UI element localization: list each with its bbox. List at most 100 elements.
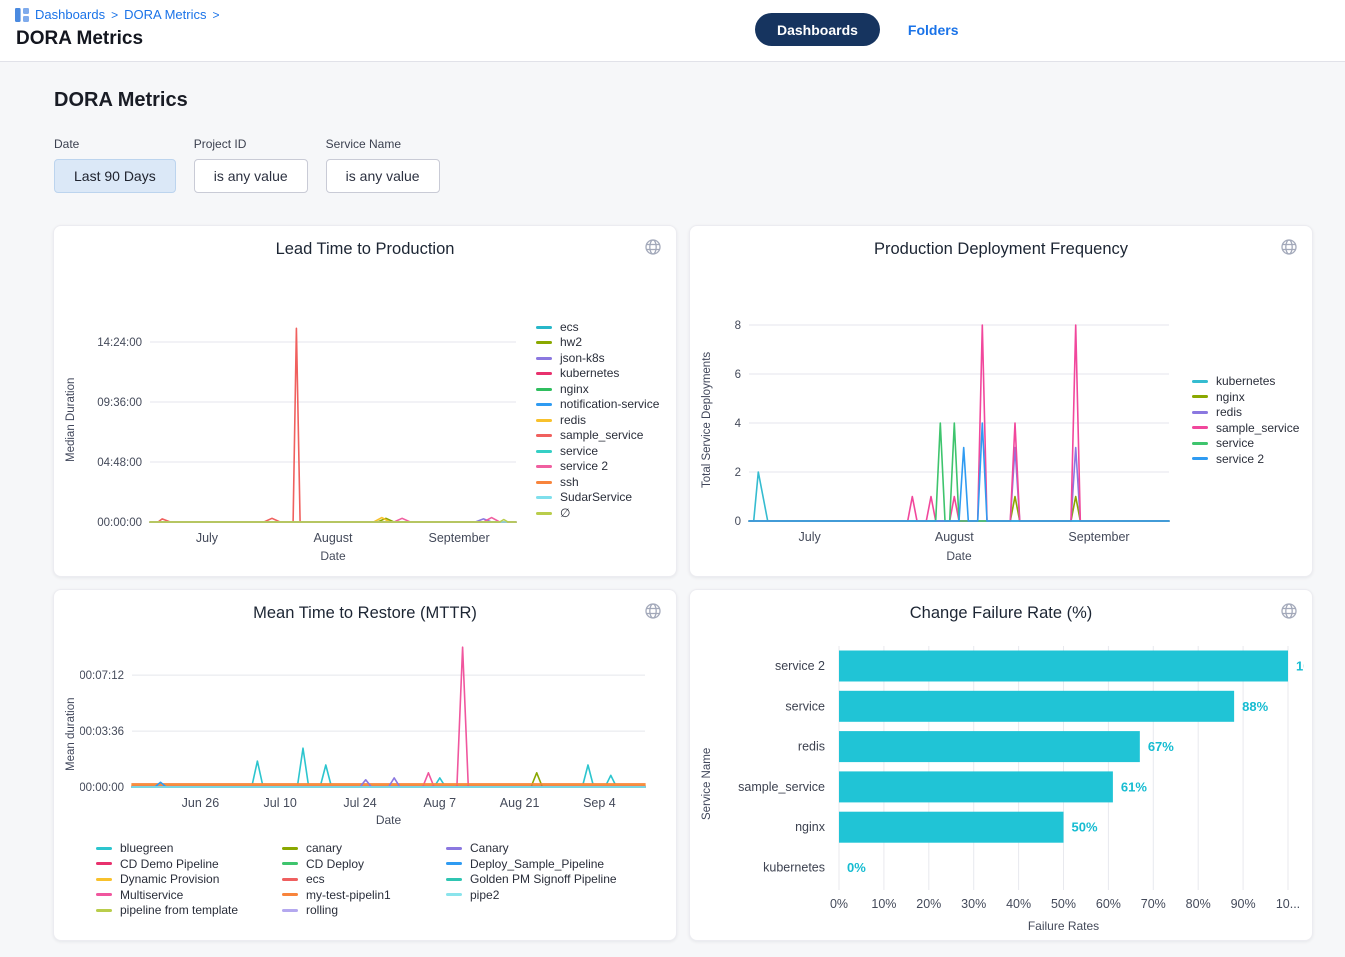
legend-item-my-test-pipelin1[interactable]: my-test-pipelin1 [282,889,446,902]
svg-text:90%: 90% [1231,897,1256,911]
legend-swatch [536,481,552,484]
legend-label: nginx [1216,391,1245,404]
legend-item-sudarservice[interactable]: SudarService [536,491,668,504]
filter-service-name-value[interactable]: is any value [326,159,440,193]
legend-label: CD Demo Pipeline [120,858,219,871]
chart-legend: bluegreen CD Demo Pipeline Dynamic Provisi… [96,842,668,917]
svg-text:00:00:00: 00:00:00 [80,782,124,794]
svg-text:kubernetes: kubernetes [763,861,825,875]
svg-text:September: September [1068,530,1129,544]
legend-label: nginx [560,383,589,396]
legend-item-service-2[interactable]: service 2 [1192,453,1304,466]
svg-text:service: service [785,699,825,713]
svg-text:July: July [799,530,822,544]
legend-label: kubernetes [1216,375,1275,388]
legend-swatch [96,847,112,850]
bar-redis[interactable] [839,731,1140,762]
bar-nginx[interactable] [839,812,1064,843]
filter-service-name-label: Service Name [326,137,440,151]
legend-item-canary[interactable]: canary [282,842,446,855]
legend-item-canary[interactable]: Canary [446,842,617,855]
breadcrumb-link-dashboards[interactable]: Dashboards [35,7,105,22]
legend-swatch [96,909,112,912]
svg-text:Sep 4: Sep 4 [583,796,616,810]
legend-swatch [1192,395,1208,398]
svg-text:10%: 10% [871,897,896,911]
svg-text:July: July [196,531,219,545]
legend-item-redis[interactable]: redis [536,414,668,427]
tab-folders[interactable]: Folders [908,22,959,38]
legend-item-golden-pm-signoff-pipeline[interactable]: Golden PM Signoff Pipeline [446,873,617,886]
legend-item-notification-service[interactable]: notification-service [536,398,668,411]
filter-date-value[interactable]: Last 90 Days [54,159,176,193]
svg-text:14:24:00: 14:24:00 [97,337,142,349]
svg-text:August: August [314,531,353,545]
chart-canvas: 00:00:0004:48:0009:36:0014:24:00JulyAugu… [80,270,530,570]
legend-swatch [536,403,552,406]
legend-item-redis[interactable]: redis [1192,406,1304,419]
svg-text:0%: 0% [830,897,848,911]
explore-globe-icon[interactable] [642,236,664,261]
legend-item-nginx[interactable]: nginx [1192,391,1304,404]
legend-item-ecs[interactable]: ecs [536,321,668,334]
series-line-sample-service [150,328,516,522]
legend-swatch [282,893,298,896]
bar-value-label: 50% [1072,820,1098,835]
bar-value-label: 0% [847,860,866,875]
legend-label: SudarService [560,491,632,504]
legend-label: bluegreen [120,842,173,855]
legend-item-dynamic-provision[interactable]: Dynamic Provision [96,873,282,886]
explore-globe-icon[interactable] [1278,600,1300,625]
legend-item-service[interactable]: service [536,445,668,458]
page-title: DORA Metrics [16,28,143,50]
legend-item-cd-demo-pipeline[interactable]: CD Demo Pipeline [96,858,282,871]
bar-value-label: 61% [1121,779,1147,794]
legend-item-deploy-sample-pipeline[interactable]: Deploy_Sample_Pipeline [446,858,617,871]
legend-item--[interactable]: ∅ [536,507,668,520]
svg-text:Aug 21: Aug 21 [500,796,540,810]
legend-item-service-2[interactable]: service 2 [536,460,668,473]
svg-text:50%: 50% [1051,897,1076,911]
legend-label: Canary [470,842,509,855]
y-axis-title: Total Service Deployments [698,270,716,570]
legend-item-ecs[interactable]: ecs [282,873,446,886]
legend-item-sample-service[interactable]: sample_service [536,429,668,442]
legend-item-sample-service[interactable]: sample_service [1192,422,1304,435]
legend-item-pipeline-from-template[interactable]: pipeline from template [96,904,282,917]
dashboards-grid-icon [15,8,29,22]
svg-text:service 2: service 2 [775,659,825,673]
bar-service-2[interactable] [839,651,1288,682]
legend-item-bluegreen[interactable]: bluegreen [96,842,282,855]
legend-label: service 2 [560,460,608,473]
chart-canvas: 02468JulyAugustSeptemberDate [716,270,1186,570]
legend-item-json-k8s[interactable]: json-k8s [536,352,668,365]
chart-lead-time: Median Duration00:00:0004:48:0009:36:001… [62,270,668,570]
explore-globe-icon[interactable] [642,600,664,625]
legend-item-ssh[interactable]: ssh [536,476,668,489]
legend-item-service[interactable]: service [1192,437,1304,450]
legend-item-pipe2[interactable]: pipe2 [446,889,617,902]
bar-service[interactable] [839,691,1234,722]
legend-item-multiservice[interactable]: Multiservice [96,889,282,902]
legend-item-cd-deploy[interactable]: CD Deploy [282,858,446,871]
legend-item-hw2[interactable]: hw2 [536,336,668,349]
legend-swatch [536,496,552,499]
card-production-deployment-frequency: Production Deployment Frequency Total Se… [689,225,1313,577]
legend-item-nginx[interactable]: nginx [536,383,668,396]
svg-text:80%: 80% [1186,897,1211,911]
filter-project-id-value[interactable]: is any value [194,159,308,193]
svg-text:09:36:00: 09:36:00 [97,397,142,409]
series-line-bluegreen [132,748,645,787]
legend-swatch [96,893,112,896]
legend-label: sample_service [1216,422,1299,435]
svg-text:00:00:00: 00:00:00 [97,517,142,529]
breadcrumb-link-dora-metrics[interactable]: DORA Metrics [124,7,206,22]
legend-item-kubernetes[interactable]: kubernetes [536,367,668,380]
legend-item-kubernetes[interactable]: kubernetes [1192,375,1304,388]
legend-item-rolling[interactable]: rolling [282,904,446,917]
filter-date: Date Last 90 Days [54,137,176,193]
tab-dashboards[interactable]: Dashboards [755,13,880,46]
legend-swatch [1192,442,1208,445]
bar-sample-service[interactable] [839,771,1113,802]
explore-globe-icon[interactable] [1278,236,1300,261]
